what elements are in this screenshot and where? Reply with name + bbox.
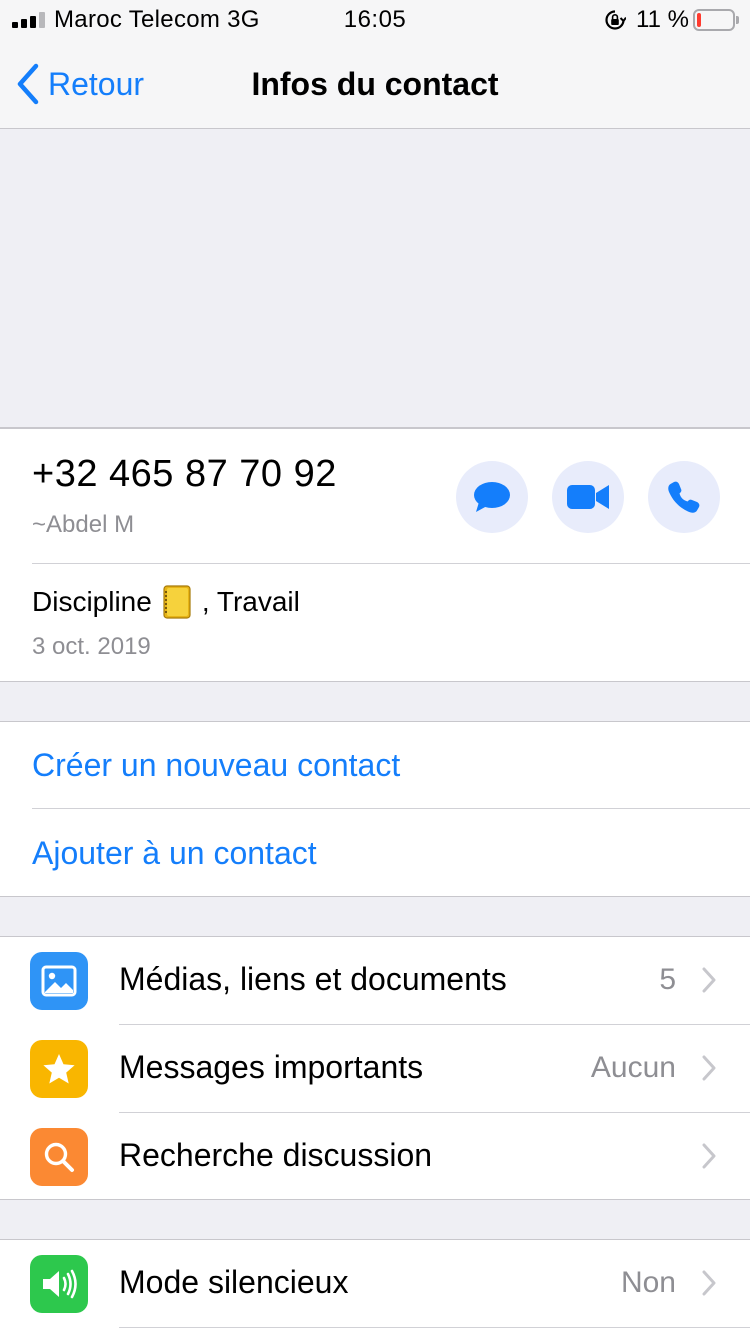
chevron-right-icon <box>702 1270 716 1296</box>
contact-about: Discipline , Travail <box>32 585 300 619</box>
chevron-right-icon <box>702 967 716 993</box>
photo-icon <box>30 952 88 1010</box>
video-call-button[interactable] <box>552 461 624 533</box>
video-call-icon <box>567 485 609 509</box>
about-date: 3 oct. 2019 <box>32 633 151 660</box>
contact-phone-number: +32 465 87 70 92 <box>32 453 337 495</box>
contact-pushname: ~Abdel M <box>32 511 135 538</box>
mute-label: Mode silencieux <box>119 1264 349 1300</box>
phone-call-icon <box>668 481 700 513</box>
media-links-docs-row[interactable]: Médias, liens et documents 5 <box>0 937 750 1025</box>
starred-messages-value: Aucun <box>590 1051 676 1084</box>
status-bar: Maroc Telecom 3G 16:05 11 % <box>0 0 750 40</box>
star-icon <box>30 1040 88 1098</box>
starred-messages-row[interactable]: Messages importants Aucun <box>0 1025 750 1113</box>
chevron-right-icon <box>702 1143 716 1169</box>
media-links-docs-label: Médias, liens et documents <box>119 961 507 997</box>
chat-search-label: Recherche discussion <box>119 1137 433 1173</box>
battery-level-fill <box>697 13 701 27</box>
notebook-emoji-icon <box>162 585 192 619</box>
create-new-contact-button[interactable]: Créer un nouveau contact <box>32 747 400 784</box>
message-button[interactable] <box>456 461 528 533</box>
phone-call-button[interactable] <box>648 461 720 533</box>
battery-icon <box>693 9 739 31</box>
message-icon <box>474 482 510 512</box>
page-title: Infos du contact <box>251 66 499 102</box>
chat-options-section: Médias, liens et documents 5 Messages im… <box>0 936 750 1200</box>
starred-messages-label: Messages importants <box>119 1049 424 1085</box>
divider <box>32 808 750 809</box>
speaker-icon <box>30 1255 88 1313</box>
mute-value: Non <box>620 1266 676 1299</box>
chevron-right-icon <box>702 1055 716 1081</box>
profile-photo[interactable] <box>0 130 750 428</box>
about-text-part2: , Travail <box>201 586 300 617</box>
contact-info-section: +32 465 87 70 92 ~Abdel M Discipline , T… <box>0 428 750 682</box>
contact-actions-section: Créer un nouveau contact Ajouter à un co… <box>0 721 750 897</box>
search-icon <box>30 1128 88 1186</box>
mute-row[interactable]: Mode silencieux Non <box>0 1240 750 1328</box>
media-count: 5 <box>659 963 676 996</box>
rotation-lock-icon <box>605 10 626 30</box>
divider <box>119 1327 750 1328</box>
about-text-part1: Discipline <box>32 586 152 617</box>
add-to-contact-button[interactable]: Ajouter à un contact <box>32 835 317 872</box>
divider <box>32 563 750 564</box>
mute-section: Mode silencieux Non <box>0 1239 750 1334</box>
chat-search-row[interactable]: Recherche discussion <box>0 1113 750 1201</box>
battery-percentage: 11 % <box>636 6 689 33</box>
navigation-bar: Retour Infos du contact <box>0 40 750 129</box>
